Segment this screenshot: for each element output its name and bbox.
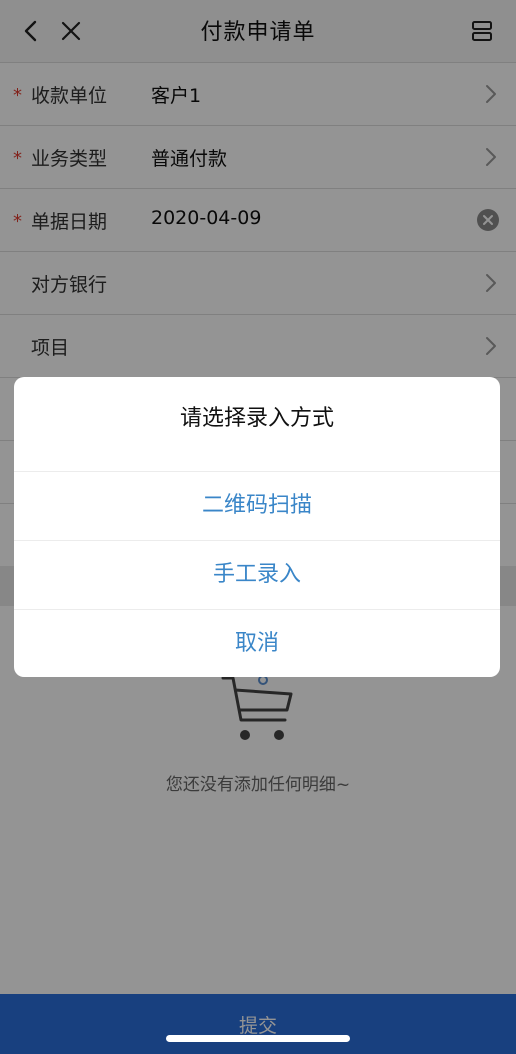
home-indicator [166, 1035, 350, 1042]
manual-entry-option[interactable]: 手工录入 [14, 541, 500, 610]
input-method-dialog: 请选择录入方式 二维码扫描 手工录入 取消 [14, 377, 500, 677]
cancel-option[interactable]: 取消 [14, 610, 500, 677]
dialog-title: 请选择录入方式 [14, 377, 500, 472]
payment-request-screen: 付款申请单 * 收款单位 客户1 * 业务类型 普通付款 * 单据日期 2020… [0, 0, 516, 1054]
qr-scan-option[interactable]: 二维码扫描 [14, 472, 500, 541]
